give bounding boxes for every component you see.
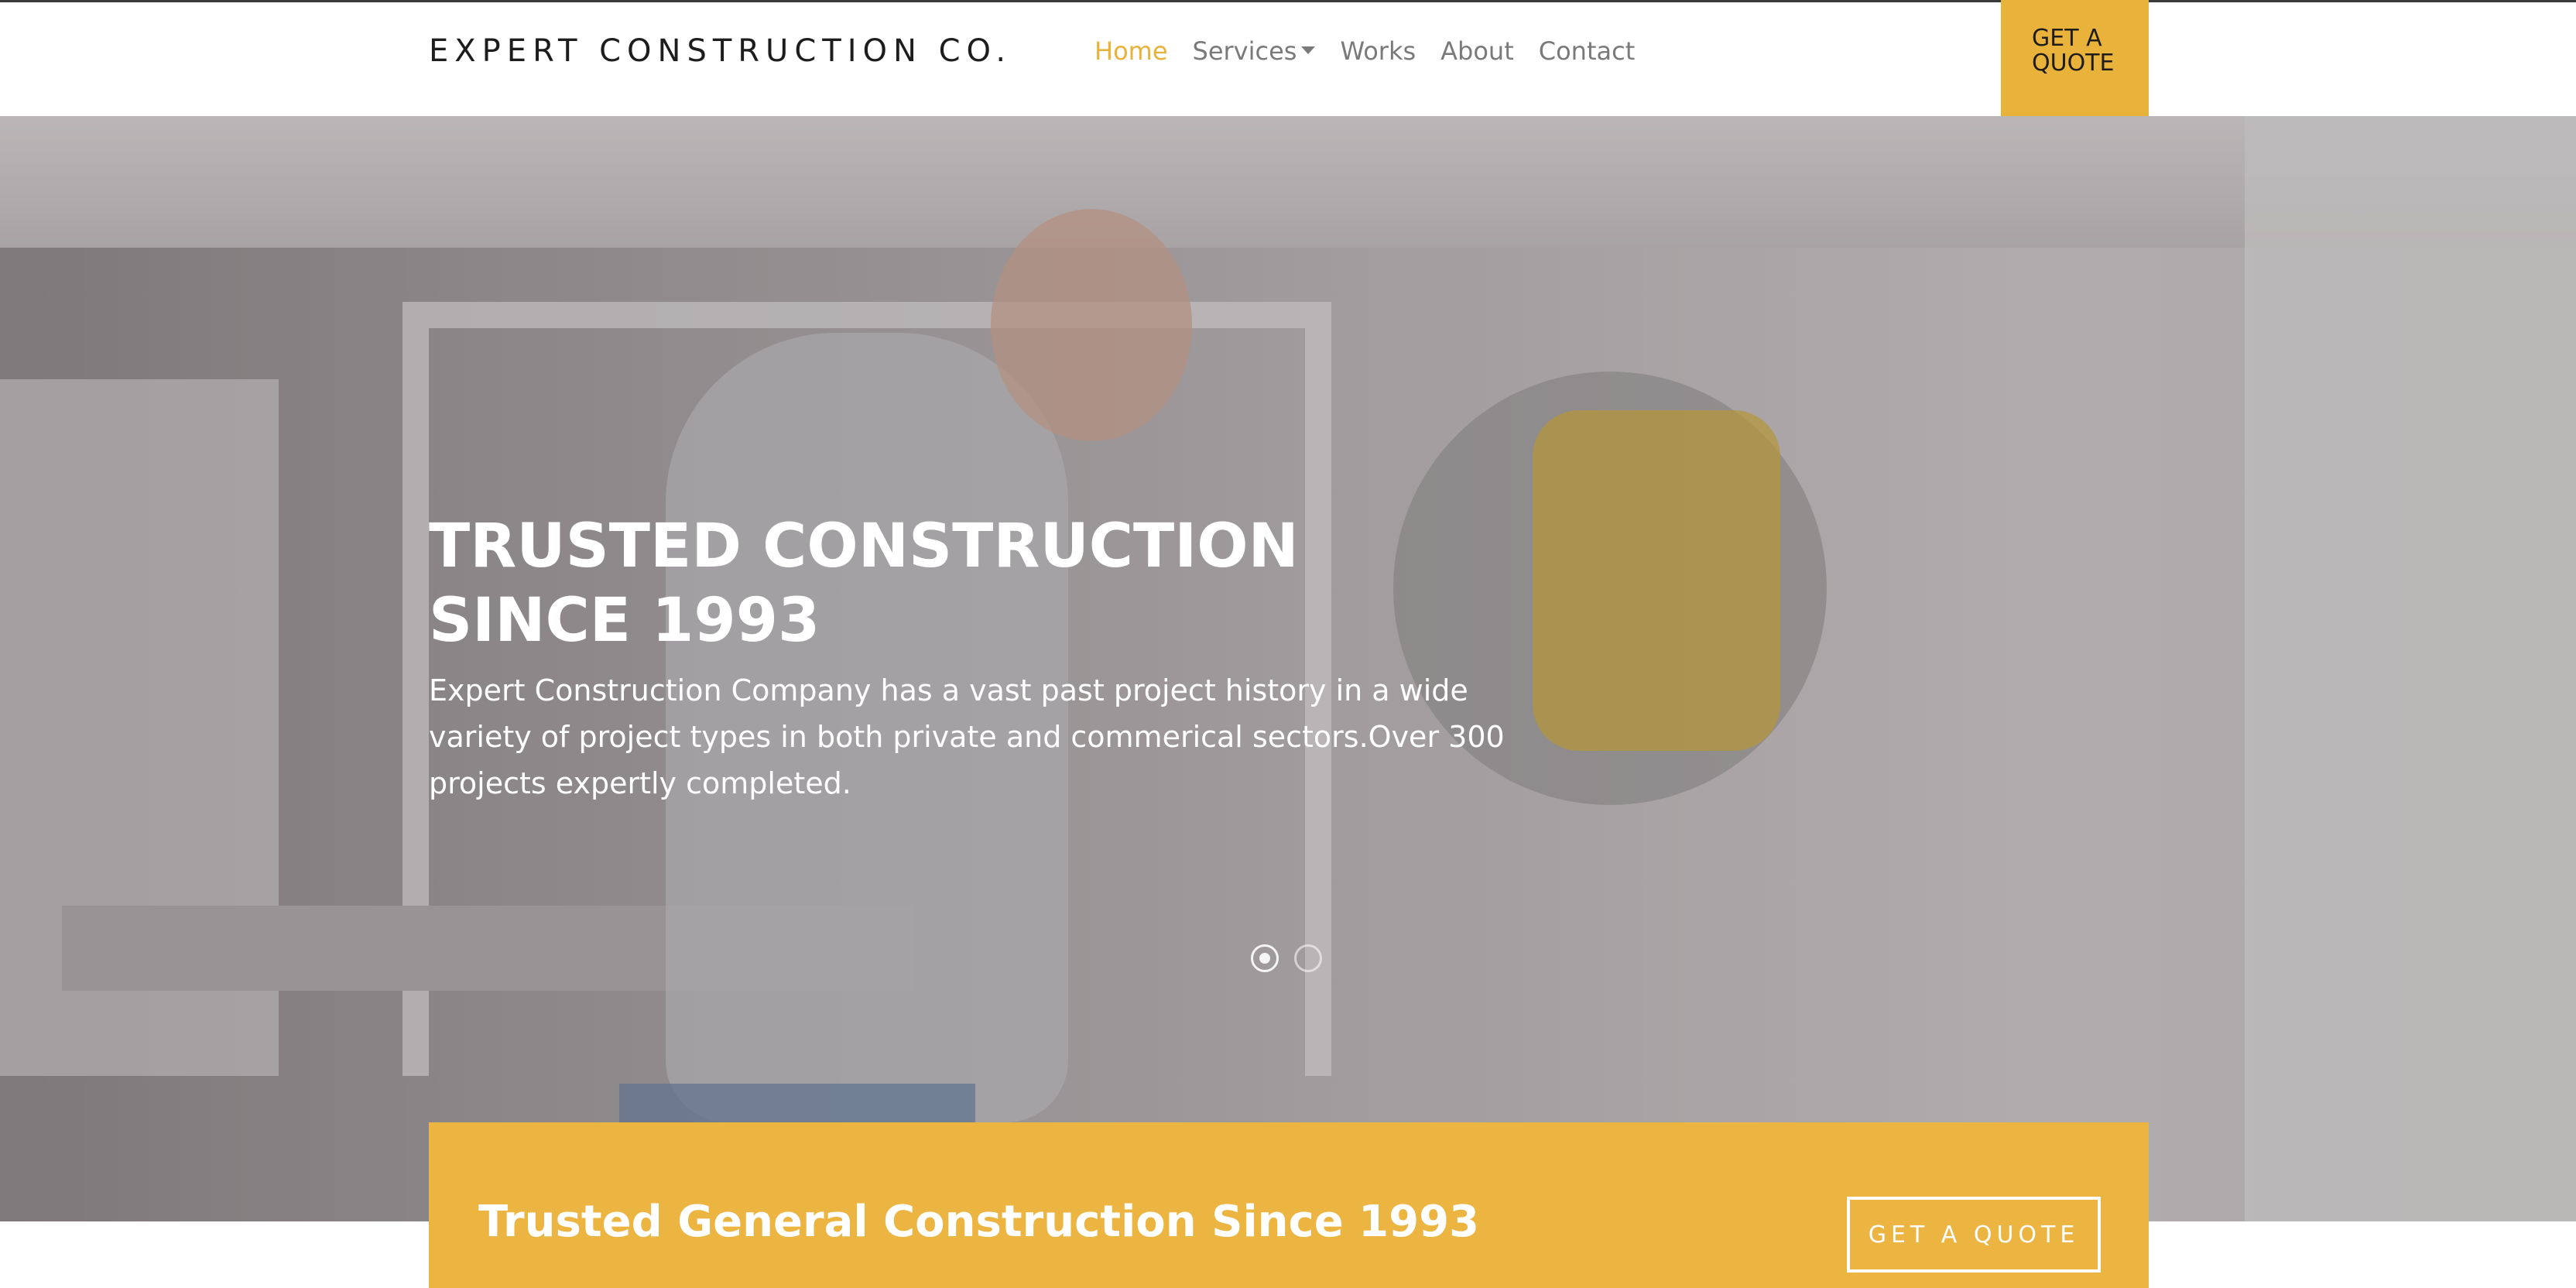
get-quote-banner-button[interactable]: GET A QUOTE (1847, 1197, 2101, 1273)
hero-description: Expert Construction Company has a vast p… (429, 673, 1505, 800)
nav-services-label: Services (1192, 36, 1297, 66)
nav-about[interactable]: About (1440, 36, 1514, 66)
navbar: EXPERT CONSTRUCTION CO. Home Services Wo… (0, 2, 2576, 116)
hero-title: TRUSTED CONSTRUCTION SINCE 1993 (429, 512, 1299, 656)
brand-logo[interactable]: EXPERT CONSTRUCTION CO. (429, 33, 1012, 69)
carousel-indicator-2[interactable] (1294, 944, 1322, 972)
carousel-indicators (1251, 944, 1338, 972)
banner-title: Trusted General Construction Since 1993 (478, 1197, 1480, 1247)
hero-carousel: TRUSTED CONSTRUCTION SINCE 1993 Expert C… (0, 116, 2576, 1221)
carousel-indicator-1[interactable] (1251, 944, 1279, 972)
nav-services[interactable]: Services (1193, 36, 1316, 66)
main-nav: Home Services Works About Contact (1094, 36, 1660, 66)
nav-home[interactable]: Home (1094, 36, 1168, 66)
cta-banner: Trusted General Construction Since 1993 … (429, 1122, 2149, 1288)
get-quote-nav-button[interactable]: GET A QUOTE (2001, 0, 2149, 116)
caret-down-icon (1301, 46, 1316, 54)
nav-works[interactable]: Works (1340, 36, 1416, 66)
nav-contact[interactable]: Contact (1539, 36, 1636, 66)
